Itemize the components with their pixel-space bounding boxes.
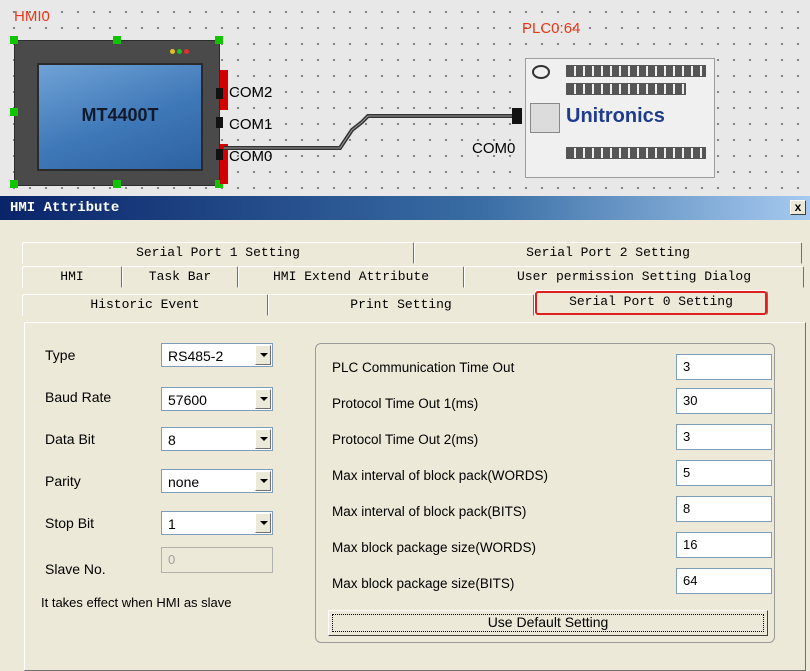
- stop-bit-select[interactable]: 1: [161, 511, 273, 535]
- tab-hmi[interactable]: HMI: [22, 266, 122, 288]
- plc-brand: Unitronics: [566, 105, 665, 127]
- tab-historic-event[interactable]: Historic Event: [22, 294, 268, 316]
- plc-port-icon: [530, 103, 560, 133]
- parity-select[interactable]: none: [161, 469, 273, 493]
- terminal-block: [566, 83, 686, 95]
- chevron-down-icon[interactable]: [255, 471, 271, 491]
- stop-bit-label: Stop Bit: [45, 515, 95, 531]
- plc-com0-port-icon[interactable]: [512, 108, 522, 124]
- data-bit-value: 8: [168, 432, 176, 448]
- chevron-down-icon[interactable]: [255, 345, 271, 365]
- param-input[interactable]: 3: [676, 424, 772, 450]
- param-input[interactable]: 30: [676, 388, 772, 414]
- param-label: Protocol Time Out 2(ms): [332, 432, 479, 447]
- type-label: Type: [45, 347, 76, 363]
- slave-note: It takes effect when HMI as slave: [41, 595, 232, 610]
- baud-rate-label: Baud Rate: [45, 389, 112, 405]
- terminal-block: [566, 65, 706, 77]
- tab-user-permission[interactable]: User permission Setting Dialog: [464, 266, 804, 288]
- data-bit-select[interactable]: 8: [161, 427, 273, 451]
- plc-com0-label: COM0: [472, 140, 516, 157]
- plc-label: PLC0:64: [522, 20, 581, 37]
- param-label: Max interval of block pack(BITS): [332, 504, 527, 519]
- use-default-setting-button[interactable]: Use Default Setting: [328, 610, 768, 636]
- type-select[interactable]: RS485-2: [161, 343, 273, 367]
- tab-print-setting[interactable]: Print Setting: [268, 294, 534, 316]
- param-input[interactable]: 5: [676, 460, 772, 486]
- data-bit-label: Data Bit: [45, 431, 95, 447]
- tab-serial-port-2[interactable]: Serial Port 2 Setting: [414, 242, 802, 264]
- communication-params-group: PLC Communication Time Out 3 Protocol Ti…: [315, 343, 775, 643]
- tab-serial-port-0[interactable]: Serial Port 0 Setting: [534, 290, 768, 316]
- type-value: RS485-2: [168, 348, 224, 364]
- diagram-canvas[interactable]: HMI0 MT4400T COM2 COM1 COM0 PLC0:64 Unit…: [0, 0, 810, 196]
- tab-serial-port-1[interactable]: Serial Port 1 Setting: [22, 242, 414, 264]
- dialog-title: HMI Attribute: [10, 200, 120, 216]
- param-input[interactable]: 16: [676, 532, 772, 558]
- parity-label: Parity: [45, 473, 81, 489]
- plc-device[interactable]: Unitronics: [525, 58, 715, 178]
- param-label: Max block package size(BITS): [332, 576, 515, 591]
- tab-hmi-extend-attribute[interactable]: HMI Extend Attribute: [238, 266, 464, 288]
- parity-value: none: [168, 474, 200, 490]
- hmi-attribute-dialog: HMI Attribute x Serial Port 1 Setting Se…: [0, 196, 810, 671]
- serial-port-0-panel: Type RS485-2 Baud Rate 57600 Data Bit 8 …: [24, 322, 806, 671]
- param-input[interactable]: 64: [676, 568, 772, 594]
- param-label: PLC Communication Time Out: [332, 360, 515, 375]
- tab-task-bar[interactable]: Task Bar: [122, 266, 238, 288]
- baud-rate-select[interactable]: 57600: [161, 387, 273, 411]
- terminal-block: [566, 147, 706, 159]
- baud-rate-value: 57600: [168, 392, 207, 408]
- param-input[interactable]: 8: [676, 496, 772, 522]
- param-label: Protocol Time Out 1(ms): [332, 396, 479, 411]
- stop-bit-value: 1: [168, 516, 176, 532]
- param-input[interactable]: 3: [676, 354, 772, 380]
- chevron-down-icon[interactable]: [255, 389, 271, 409]
- plc-logo-icon: [532, 65, 550, 79]
- slave-no-label: Slave No.: [45, 561, 106, 577]
- dialog-titlebar[interactable]: HMI Attribute x: [0, 196, 810, 220]
- param-label: Max interval of block pack(WORDS): [332, 468, 549, 483]
- param-label: Max block package size(WORDS): [332, 540, 537, 555]
- slave-no-input[interactable]: 0: [161, 547, 273, 573]
- chevron-down-icon[interactable]: [255, 513, 271, 533]
- chevron-down-icon[interactable]: [255, 429, 271, 449]
- close-button[interactable]: x: [790, 200, 806, 215]
